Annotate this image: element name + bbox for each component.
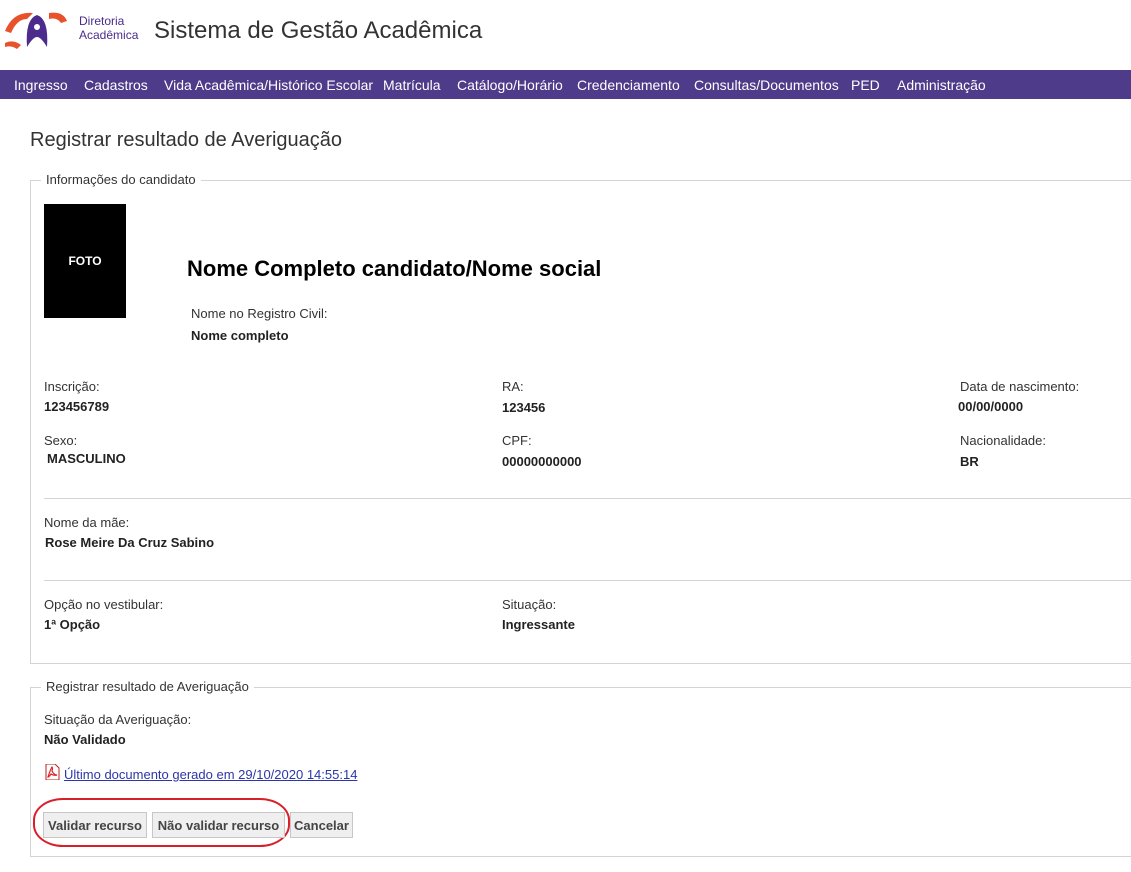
- situacao-label: Situação:: [502, 597, 557, 612]
- civil-name-value: Nome completo: [191, 328, 289, 343]
- brand-line-1: Diretoria: [79, 14, 125, 28]
- cancel-button[interactable]: Cancelar: [290, 812, 353, 838]
- sexo-value: MASCULINO: [47, 451, 126, 466]
- menu-item-credenciamento[interactable]: Credenciamento: [577, 77, 680, 93]
- birth-date-label: Data de nascimento:: [960, 379, 1080, 394]
- ra-label: RA:: [502, 379, 524, 394]
- candidate-photo: FOTO: [44, 204, 126, 318]
- birth-date-value: 00/00/0000: [958, 399, 1024, 414]
- divider: [44, 580, 1131, 581]
- menu-item-consultas-documentos[interactable]: Consultas/Documentos: [694, 77, 839, 93]
- menu-item-vida-academica[interactable]: Vida Acadêmica/Histórico Escolar: [164, 77, 373, 93]
- mother-name-value: Rose Meire Da Cruz Sabino: [45, 535, 215, 550]
- civil-name-label: Nome no Registro Civil:: [191, 306, 328, 321]
- result-legend: Registrar resultado de Averiguação: [41, 679, 254, 694]
- averiguacao-status-label: Situação da Averiguação:: [44, 712, 192, 727]
- divider: [44, 498, 1131, 499]
- validate-appeal-button[interactable]: Validar recurso: [43, 812, 147, 838]
- mother-name-label: Nome da mãe:: [44, 515, 130, 530]
- inscricao-label: Inscrição:: [44, 379, 100, 394]
- system-title: Sistema de Gestão Acadêmica: [154, 17, 483, 44]
- menu-item-administracao[interactable]: Administração: [897, 77, 986, 93]
- cpf-label: CPF:: [502, 433, 532, 448]
- menu-item-cadastros[interactable]: Cadastros: [84, 77, 148, 93]
- menu-item-matricula[interactable]: Matrícula: [383, 77, 441, 93]
- situacao-value: Ingressante: [502, 617, 575, 632]
- main-menu: Ingresso Cadastros Vida Acadêmica/Histór…: [0, 70, 1131, 99]
- photo-label: FOTO: [68, 254, 102, 268]
- brand-line-2: Acadêmica: [79, 28, 139, 42]
- candidate-info-panel: [30, 180, 1131, 664]
- candidate-info-legend: Informações do candidato: [41, 172, 201, 187]
- not-validate-appeal-button[interactable]: Não validar recurso: [152, 812, 285, 838]
- vestibular-option-label: Opção no vestibular:: [44, 597, 164, 612]
- inscricao-value: 123456789: [44, 399, 110, 414]
- averiguacao-status-value: Não Validado: [44, 732, 126, 747]
- brand-name: Diretoria Acadêmica: [79, 14, 138, 42]
- logo-icon: [5, 12, 67, 49]
- page-title: Registrar resultado de Averiguação: [30, 129, 343, 151]
- sexo-label: Sexo:: [44, 433, 78, 448]
- menu-item-catalogo-horario[interactable]: Catálogo/Horário: [457, 77, 563, 93]
- last-document-link[interactable]: Último documento gerado em 29/10/2020 14…: [64, 767, 357, 782]
- candidate-full-name: Nome Completo candidato/Nome social: [187, 256, 602, 281]
- nacionalidade-value: BR: [960, 454, 979, 469]
- nacionalidade-label: Nacionalidade:: [960, 433, 1047, 448]
- vestibular-option-value: 1ª Opção: [44, 617, 101, 632]
- menu-item-ped[interactable]: PED: [851, 77, 880, 93]
- pdf-icon[interactable]: [44, 764, 60, 780]
- menu-item-ingresso[interactable]: Ingresso: [14, 77, 68, 93]
- ra-value: 123456: [502, 400, 546, 415]
- cpf-value: 00000000000: [502, 454, 582, 469]
